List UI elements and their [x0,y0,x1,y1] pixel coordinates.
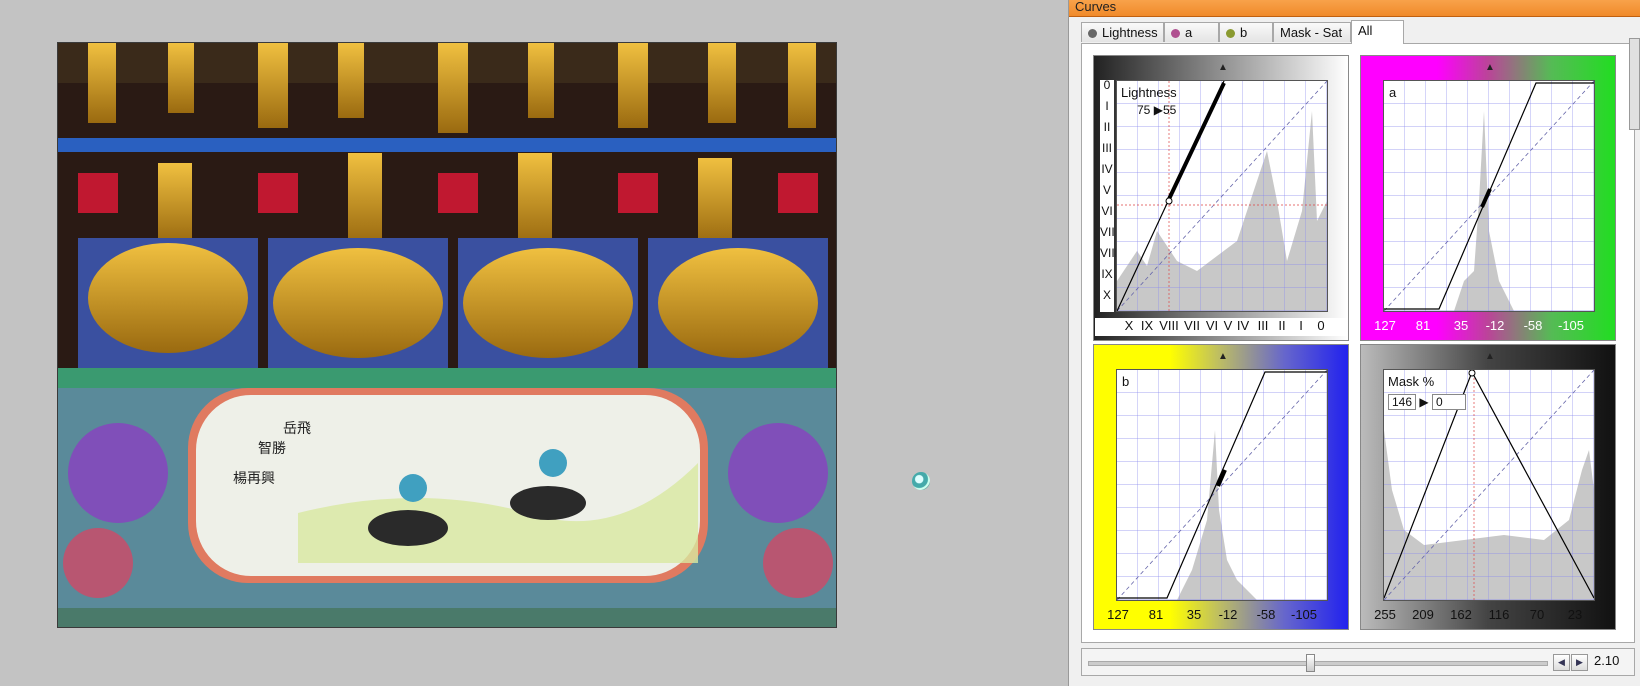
mask-tick: 116 [1488,607,1510,622]
readout-input-value: 75 [1137,103,1151,117]
arrow-right-icon: ▶ [1153,103,1163,117]
zone-tick: VII [1184,318,1200,333]
lightness-bottom-scale: X IX VIII VII VI V IV III II I 0 [1095,318,1347,336]
mask-output-field[interactable]: 0 [1431,394,1466,410]
a-bottom-scale: 127 81 35 -12 -58 -105 [1361,318,1615,334]
svg-text:智勝: 智勝 [258,441,286,457]
tab-content-all: ▲ 0 I II III IV V VI VII VIII IX X Light… [1081,43,1635,643]
mask-tick: 70 [1529,607,1545,622]
tab-all[interactable]: All [1351,20,1404,44]
zone-tick: V [1102,183,1111,197]
arrow-right-icon: ▶ [1419,395,1429,409]
a-channel-dot-icon [1171,29,1180,38]
svg-text:楊再興: 楊再興 [233,470,275,487]
zoom-value: 2.10 [1594,653,1620,668]
b-bottom-scale: 127 81 35 -12 -58 -105 [1094,607,1348,623]
image-canvas[interactable]: 岳飛智勝楊再興 [0,0,1068,686]
b-tick: 35 [1186,607,1202,622]
b-tick: 81 [1148,607,1164,622]
zone-tick: I [1105,99,1109,113]
b-tick: -58 [1256,607,1276,622]
zoom-slider-thumb[interactable] [1306,654,1315,672]
b-channel-dot-icon [1226,29,1235,38]
chevron-right-icon[interactable]: ▶ [1571,654,1588,671]
zone-tick: X [1124,318,1134,333]
b-tick: 127 [1107,607,1129,622]
spinner-cursor-icon [912,472,930,490]
chevron-left-icon[interactable]: ◀ [1553,654,1570,671]
b-curve-graph[interactable]: b [1116,369,1328,601]
zoom-slider-row: ◀ ▶ 2.10 [1081,648,1635,676]
lightness-readout: 75 ▶55 [1137,103,1176,117]
b-tick: -12 [1218,607,1238,622]
zone-tick: 0 [1103,78,1111,92]
tab-b[interactable]: b [1219,22,1273,42]
mask-tick: 255 [1374,607,1396,622]
top-marker-icon: ▲ [1218,62,1228,73]
lightness-zone-scale: 0 I II III IV V VI VII VIII IX X [1100,78,1119,312]
tab-a[interactable]: a [1164,22,1219,42]
tab-mask-sat[interactable]: Mask - Sat [1273,22,1351,42]
zone-tick: VI [1205,318,1219,333]
zone-tick: V [1223,318,1233,333]
a-tick: -12 [1485,318,1505,333]
zone-tick: IV [1236,318,1250,333]
a-tick: 35 [1453,318,1469,333]
readout-output-value: 55 [1162,103,1177,117]
mask-tick: 23 [1567,607,1583,622]
mask-tick: 209 [1412,607,1434,622]
a-curve-graph[interactable]: a [1383,80,1595,312]
a-curve-label: a [1389,85,1397,100]
temple-photo: 岳飛智勝楊再興 [57,42,837,628]
a-tick: 81 [1415,318,1431,333]
mask-tick: 162 [1450,607,1472,622]
zoom-slider-track[interactable] [1088,661,1548,666]
zone-tick: IV [1101,162,1113,176]
zone-tick: II [1278,318,1286,333]
zone-tick: II [1103,120,1111,134]
zone-tick: VII [1100,225,1115,239]
a-curve-panel: ▲ a 127 81 35 -12 -58 -105 [1360,55,1616,341]
mask-curve-graph[interactable]: Mask % 146 ▶ 0 [1383,369,1595,601]
lightness-curve-graph[interactable]: Lightness 75 ▶55 [1116,80,1328,312]
mask-input-field[interactable]: 146 [1388,394,1417,410]
a-tick: 127 [1374,318,1396,333]
lightness-curve-panel: ▲ 0 I II III IV V VI VII VIII IX X Light… [1093,55,1349,341]
b-curve-panel: ▲ b 127 81 35 -12 -58 -105 [1093,344,1349,630]
zone-tick: VIII [1100,246,1119,260]
curves-panel: Curves Lightness a b Mask - Sat All ▲ 0 … [1068,0,1640,686]
panel-titlebar[interactable]: Curves [1069,0,1640,17]
svg-text:岳飛: 岳飛 [283,421,311,437]
zone-tick: VI [1101,204,1113,218]
tab-lightness[interactable]: Lightness [1081,22,1164,42]
top-marker-icon: ▲ [1485,62,1495,73]
panel-title: Curves [1075,0,1117,14]
zone-tick: 0 [1317,318,1325,333]
zone-tick: I [1299,318,1303,333]
zone-tick: III [1101,141,1112,155]
a-tick: -58 [1523,318,1543,333]
zone-tick: IX [1140,318,1154,333]
mask-readout: 146 ▶ 0 [1388,394,1466,410]
top-marker-icon: ▲ [1485,351,1495,362]
zone-tick: VIII [1159,318,1179,333]
zone-tick: III [1257,318,1269,333]
b-tick: -105 [1290,607,1318,622]
lightness-curve-label: Lightness [1121,85,1177,100]
mask-curve-panel: ▲ Mask % 146 ▶ 0 255 209 162 116 70 23 [1360,344,1616,630]
mask-curve-label: Mask % [1388,374,1435,389]
top-marker-icon: ▲ [1218,351,1228,362]
zone-tick: IX [1101,267,1113,281]
zone-tick: X [1102,288,1111,302]
a-tick: -105 [1557,318,1585,333]
b-curve-label: b [1122,374,1130,389]
mask-bottom-scale: 255 209 162 116 70 23 [1361,607,1615,623]
panel-scrollbar[interactable] [1629,38,1640,130]
lightness-dot-icon [1088,29,1097,38]
